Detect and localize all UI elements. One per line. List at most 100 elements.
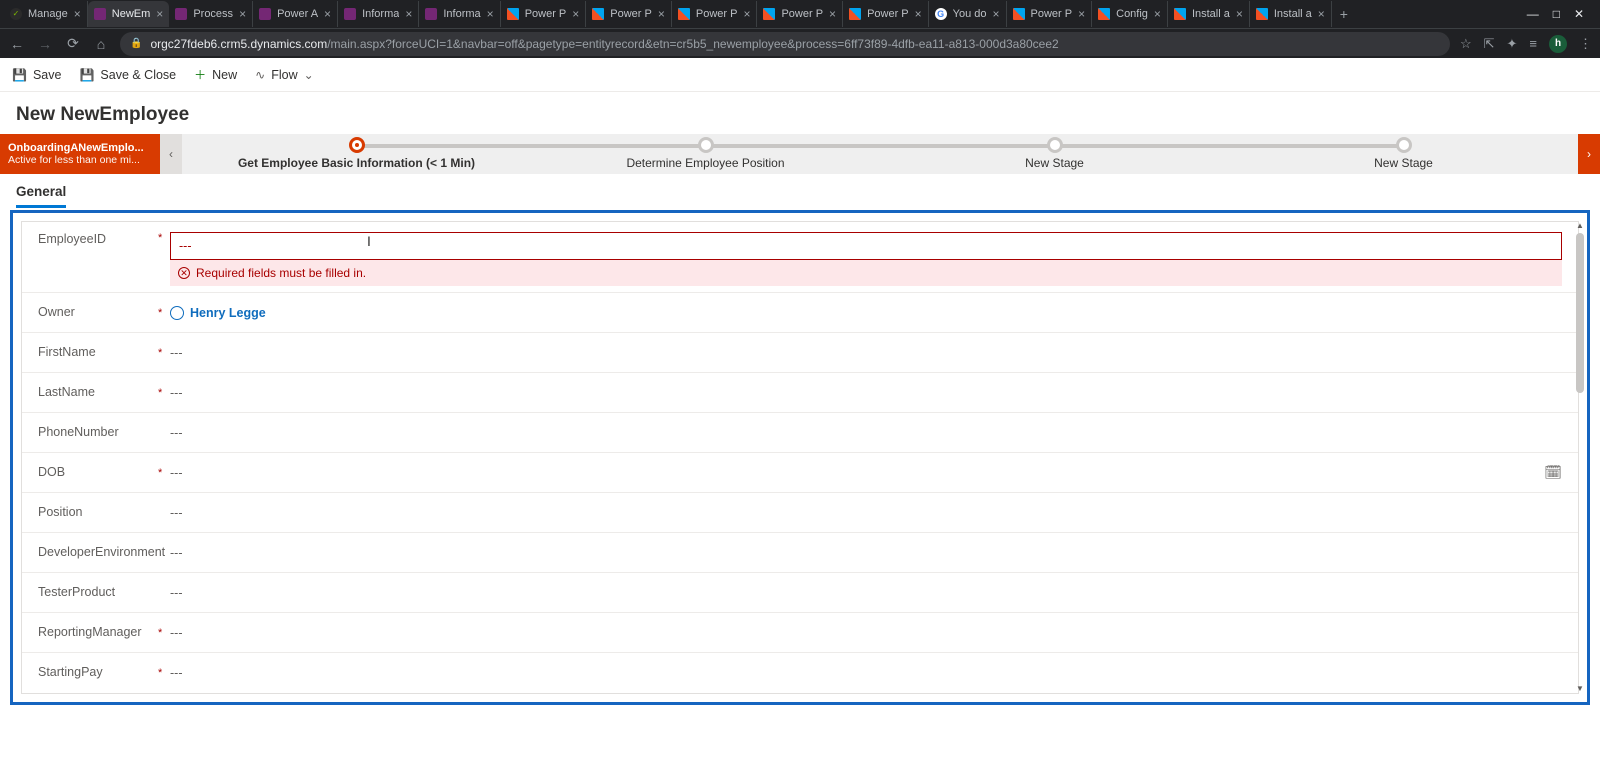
tab-general[interactable]: General [16, 184, 66, 208]
close-icon[interactable]: × [743, 7, 750, 21]
tab-title: Power P [525, 8, 567, 20]
close-icon[interactable]: × [156, 7, 163, 21]
startingpay-input[interactable]: --- [170, 664, 1562, 682]
close-icon[interactable]: × [572, 7, 579, 21]
process-stage[interactable]: Get Employee Basic Information (< 1 Min) [182, 134, 531, 174]
new-button[interactable]: ＋New [194, 66, 237, 83]
close-icon[interactable]: × [239, 7, 246, 21]
close-icon[interactable]: × [658, 7, 665, 21]
reportingmanager-input[interactable]: --- [170, 624, 1562, 642]
close-icon[interactable]: × [915, 7, 922, 21]
profile-avatar[interactable]: h [1549, 35, 1567, 53]
close-icon[interactable]: × [1236, 7, 1243, 21]
browser-tab[interactable]: Power P× [586, 1, 672, 27]
browser-tab[interactable]: Power P× [672, 1, 758, 27]
employeeid-input[interactable]: --- I [170, 232, 1562, 260]
save-close-button[interactable]: 💾Save & Close [79, 68, 176, 82]
favicon-icon [678, 8, 690, 20]
browser-tab[interactable]: Informa× [338, 1, 419, 27]
close-icon[interactable]: × [829, 7, 836, 21]
field-label: DOB [38, 465, 158, 481]
forward-button[interactable]: → [36, 36, 54, 52]
new-tab-button[interactable]: + [1332, 6, 1356, 22]
browser-tab[interactable]: Informa× [419, 1, 500, 27]
browser-tab[interactable]: Power A× [253, 1, 338, 27]
close-window-button[interactable]: ✕ [1574, 7, 1584, 21]
tab-title: Process [193, 8, 233, 20]
reload-button[interactable]: ⟳ [64, 35, 82, 52]
browser-tab[interactable]: NewEm× [88, 1, 170, 27]
error-icon: ✕ [178, 267, 190, 279]
close-icon[interactable]: × [1078, 7, 1085, 21]
browser-tab[interactable]: Power P × [1007, 1, 1093, 27]
dob-input[interactable]: --- [170, 464, 1544, 482]
browser-tab[interactable]: Install a× [1250, 1, 1332, 27]
testerproduct-input[interactable]: --- [170, 584, 1562, 602]
scroll-thumb[interactable] [1576, 233, 1584, 393]
browser-tab[interactable]: Power P× [757, 1, 843, 27]
address-bar[interactable]: 🔒 orgc27fdeb6.crm5.dynamics.com/main.asp… [120, 32, 1450, 56]
field-label: DeveloperEnvironment [38, 545, 158, 561]
stage-circle-icon [698, 137, 714, 153]
reading-list-icon[interactable]: ≡ [1529, 36, 1537, 51]
favicon-icon [763, 8, 775, 20]
url-path: /main.aspx?forceUCI=1&navbar=off&pagetyp… [327, 37, 1059, 51]
process-next-button[interactable]: › [1578, 134, 1600, 174]
close-icon[interactable]: × [487, 7, 494, 21]
close-icon[interactable]: × [74, 7, 81, 21]
process-stage[interactable]: New Stage [1229, 134, 1578, 174]
flow-button[interactable]: ∿Flow ⌄ [255, 68, 314, 82]
favicon-icon [1256, 8, 1268, 20]
process-prev-button[interactable]: ‹ [160, 134, 182, 174]
close-icon[interactable]: × [993, 7, 1000, 21]
calendar-icon[interactable]: 🗓 [1544, 464, 1562, 481]
browser-tab[interactable]: Config× [1092, 1, 1168, 27]
chevron-down-icon: ⌄ [304, 68, 314, 82]
browser-tab[interactable]: Manage× [4, 1, 88, 27]
process-name-tile[interactable]: OnboardingANewEmplo... Active for less t… [0, 134, 160, 174]
field-employeeid: EmployeeID * --- I ✕ Required fields mus… [22, 222, 1578, 293]
field-label: EmployeeID [38, 232, 158, 248]
back-button[interactable]: ← [8, 36, 26, 52]
close-icon[interactable]: × [1318, 7, 1325, 21]
required-marker: * [158, 232, 170, 244]
firstname-input[interactable]: --- [170, 344, 1562, 362]
maximize-button[interactable]: □ [1553, 7, 1560, 21]
send-icon[interactable]: ⇱ [1484, 36, 1495, 52]
field-startingpay: StartingPay * --- [22, 653, 1578, 693]
home-button[interactable]: ⌂ [92, 36, 110, 52]
position-input[interactable]: --- [170, 504, 1562, 522]
close-icon[interactable]: × [405, 7, 412, 21]
stage-label: Get Employee Basic Information (< 1 Min) [238, 156, 475, 170]
owner-lookup[interactable]: Henry Legge [170, 304, 1562, 322]
browser-tab[interactable]: Power P× [843, 1, 929, 27]
save-button[interactable]: 💾Save [12, 68, 61, 82]
phonenumber-input[interactable]: --- [170, 424, 1562, 442]
process-stage[interactable]: New Stage [880, 134, 1229, 174]
devenv-input[interactable]: --- [170, 544, 1562, 562]
close-icon[interactable]: × [1154, 7, 1161, 21]
browser-tab[interactable]: Power P × [501, 1, 587, 27]
browser-tab[interactable]: You do× [929, 1, 1007, 27]
scroll-up-icon[interactable]: ▲ [1575, 221, 1585, 231]
lastname-input[interactable]: --- [170, 384, 1562, 402]
required-marker: * [158, 467, 170, 479]
bookmark-icon[interactable]: ☆ [1460, 36, 1472, 52]
scrollbar[interactable]: ▲ ▼ [1575, 221, 1585, 694]
process-status: Active for less than one mi... [8, 154, 152, 166]
minimize-button[interactable]: ― [1527, 7, 1539, 21]
browser-tab[interactable]: Install a× [1168, 1, 1250, 27]
field-label: TesterProduct [38, 585, 158, 601]
extensions-icon[interactable]: ✦ [1507, 36, 1518, 52]
field-devenv: DeveloperEnvironment --- [22, 533, 1578, 573]
process-stage[interactable]: Determine Employee Position [531, 134, 880, 174]
page-title: New NewEmployee [16, 104, 1584, 126]
tab-title: Power P [1031, 8, 1073, 20]
stage-circle-icon [349, 137, 365, 153]
field-reportingmanager: ReportingManager * --- [22, 613, 1578, 653]
scroll-down-icon[interactable]: ▼ [1575, 684, 1585, 694]
close-icon[interactable]: × [324, 7, 331, 21]
menu-icon[interactable]: ⋮ [1579, 36, 1592, 52]
text-cursor-icon: I [367, 233, 371, 249]
browser-tab[interactable]: Process × [169, 1, 253, 27]
